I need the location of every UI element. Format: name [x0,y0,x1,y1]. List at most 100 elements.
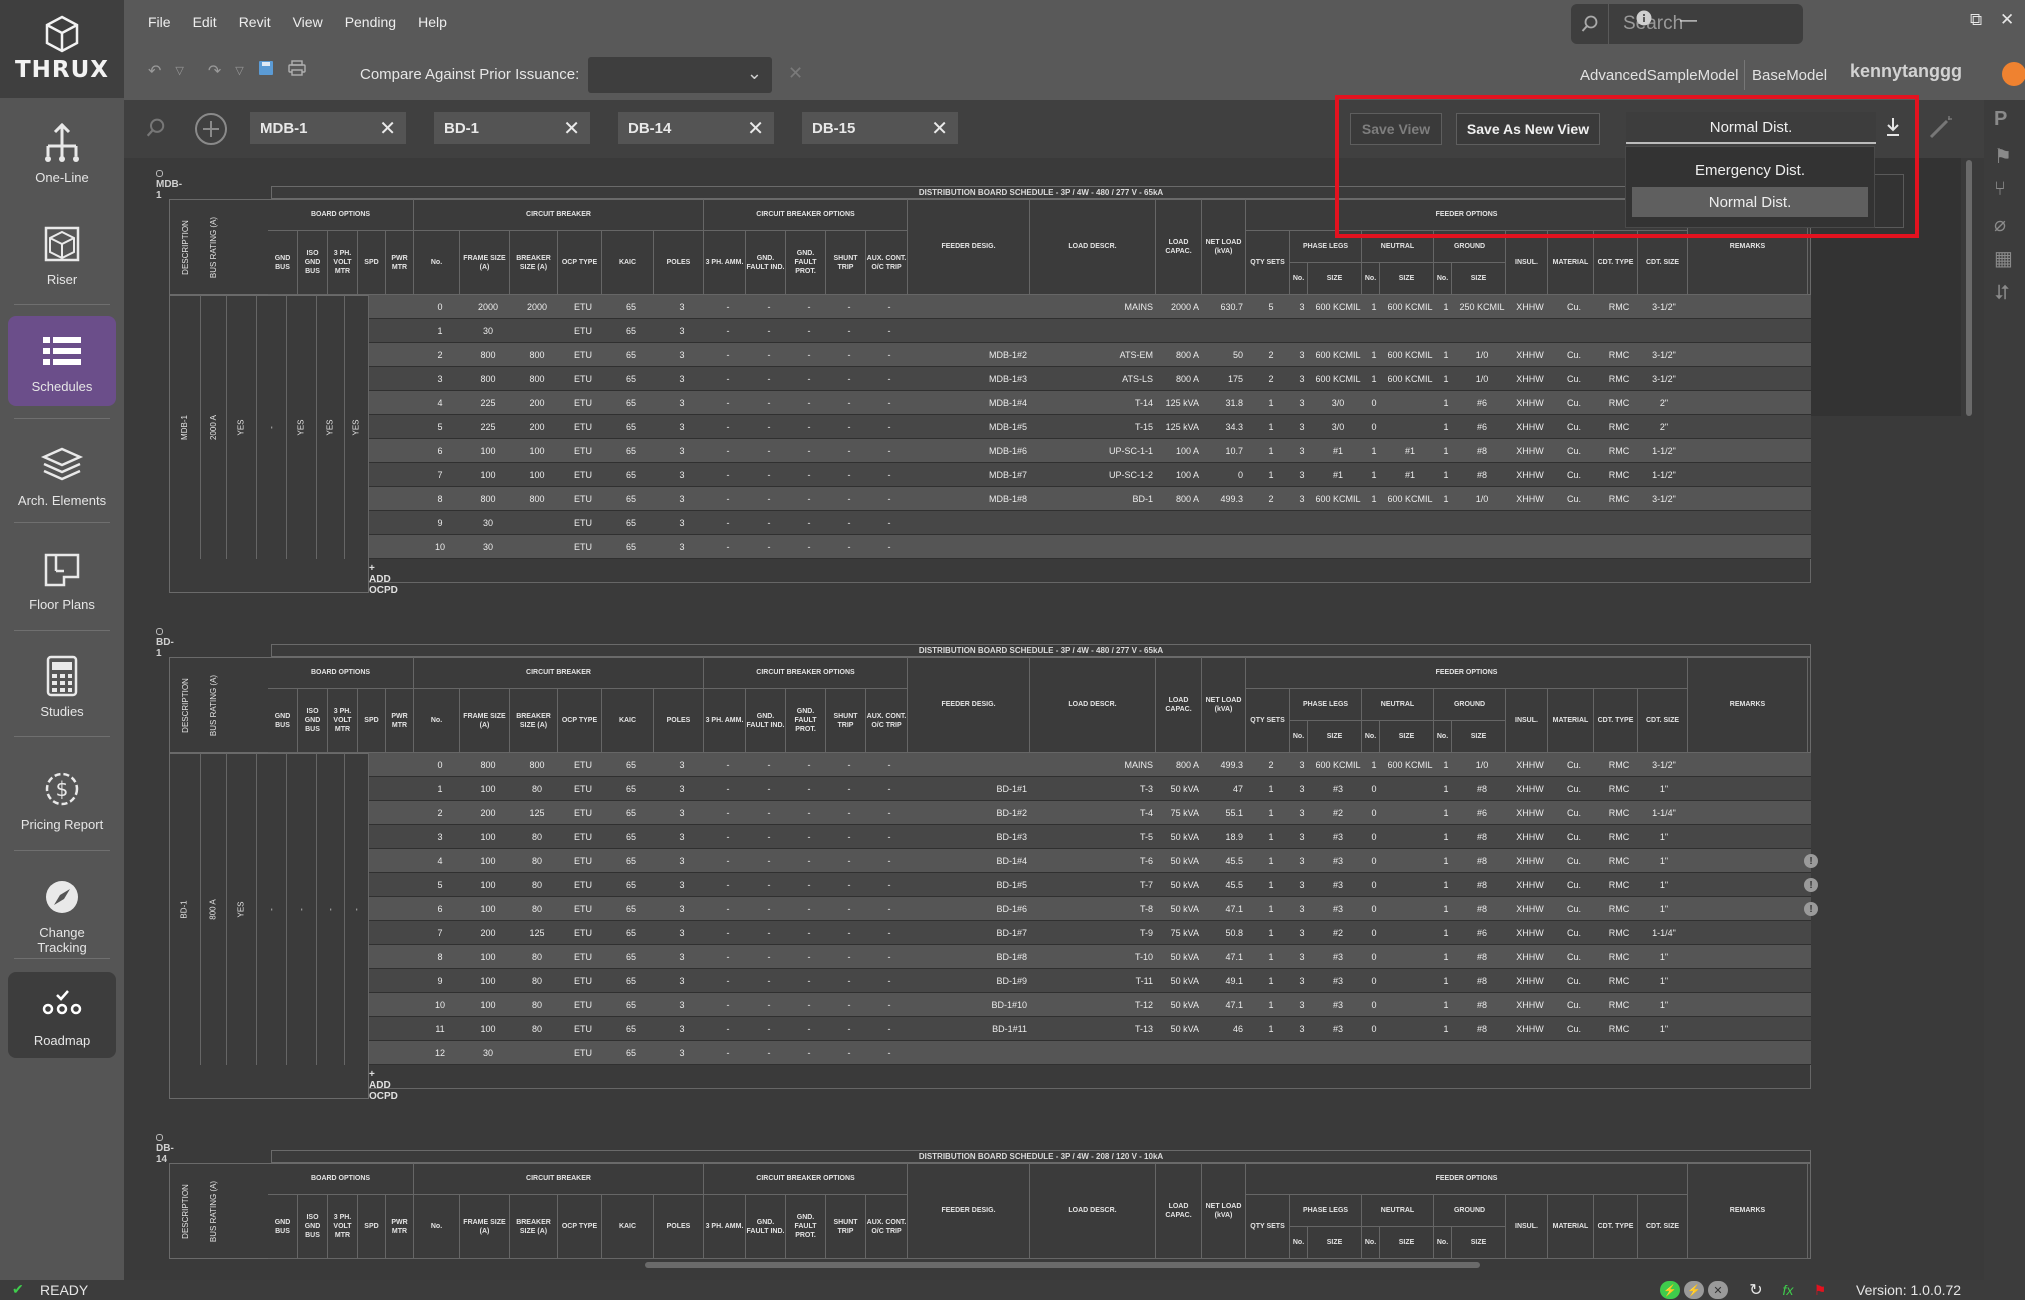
table-cell[interactable]: 1 [1437,921,1455,945]
header-circuit-breaker[interactable]: CIRCUIT BREAKER [414,1163,704,1195]
header-gnd-bus[interactable]: GND BUS [268,689,298,753]
header-f-size[interactable]: SIZE [1452,721,1506,753]
table-cell[interactable]: 1 [1365,295,1383,319]
table-cell[interactable]: 1 [1249,849,1293,873]
table-cell[interactable]: - [829,945,869,969]
table-cell[interactable]: ETU [561,367,605,391]
table-cell[interactable]: 1 [1437,415,1455,439]
table-cell[interactable]: UP-SC-1-2 [1033,463,1159,487]
table-cell[interactable]: 10 [417,993,463,1017]
table-cell[interactable]: 1 [1437,897,1455,921]
table-row[interactable]: 3 100 80 ETU 65 3- - - - - BD-1#3 T-5 50 kVA 18.9 1 3 #3… [369,825,1811,849]
table-cell[interactable]: 250 KCMIL [1455,295,1509,319]
table-cell[interactable]: MDB-1#8 [911,487,1033,511]
table-cell[interactable]: RMC [1597,801,1641,825]
table-cell[interactable]: 1 [417,777,463,801]
header-board-options[interactable]: BOARD OPTIONS [268,657,414,689]
table-cell[interactable]: RMC [1597,921,1641,945]
table-cell[interactable] [1205,511,1249,535]
table-cell[interactable]: 1 [1365,343,1383,367]
table-cell[interactable]: 65 [605,511,657,535]
table-cell[interactable]: - [707,1017,749,1041]
table-cell[interactable]: 1 [1437,993,1455,1017]
table-cell[interactable]: 3 [657,921,707,945]
table-cell[interactable]: - [829,367,869,391]
table-cell[interactable]: 65 [605,825,657,849]
header-net-load[interactable]: NET LOAD (kVA) [1202,657,1246,753]
table-cell[interactable]: 0 [1365,391,1383,415]
table-cell[interactable]: - [829,463,869,487]
header-f-no[interactable]: No. [1290,721,1308,753]
table-cell[interactable]: T-10 [1033,945,1159,969]
table-cell[interactable] [1641,535,1687,559]
table-cell[interactable]: - [869,945,909,969]
table-cell[interactable]: #8 [1455,993,1509,1017]
table-cell[interactable]: 3 [1293,415,1311,439]
table-cell[interactable]: XHHW [1509,897,1551,921]
table-cell[interactable] [911,535,1033,559]
table-row[interactable]: 8 100 80 ETU 65 3- - - - - BD-1#8 T-10 50 kVA 47.1 1 3 #… [369,945,1811,969]
info-icon[interactable] [1636,10,1652,31]
table-cell[interactable]: - [749,463,789,487]
table-cell[interactable]: 1 [1249,969,1293,993]
table-cell[interactable]: 3 [1293,873,1311,897]
table-cell[interactable]: - [707,367,749,391]
table-cell[interactable]: MDB-1#6 [911,439,1033,463]
table-cell[interactable]: ETU [561,753,605,777]
table-cell[interactable]: 50 kVA [1159,993,1205,1017]
table-cell[interactable]: MDB-1#7 [911,463,1033,487]
table-cell[interactable]: XHHW [1509,945,1551,969]
table-cell[interactable]: 600 KCMIL [1311,343,1365,367]
table-cell[interactable]: 3 [657,873,707,897]
table-cell[interactable]: ETU [561,849,605,873]
table-cell[interactable] [1597,535,1641,559]
table-cell[interactable]: 100 [463,993,513,1017]
table-cell[interactable]: - [749,993,789,1017]
table-cell[interactable] [1551,319,1597,343]
table-cell[interactable]: 1 [1249,391,1293,415]
table-cell[interactable]: 50 kVA [1159,897,1205,921]
table-cell[interactable]: 1" [1641,969,1687,993]
table-cell[interactable]: XHHW [1509,777,1551,801]
table-cell[interactable]: XHHW [1509,849,1551,873]
table-cell[interactable]: - [869,921,909,945]
header-poles[interactable]: POLES [654,1195,704,1259]
table-cell[interactable] [1293,511,1311,535]
tab-db-14[interactable]: DB-14 ✕ [618,112,774,144]
table-cell[interactable]: #8 [1455,777,1509,801]
table-cell[interactable]: ETU [561,319,605,343]
table-cell[interactable]: - [789,367,829,391]
header-pwr-mtr[interactable]: PWR MTR [386,1195,414,1259]
table-cell[interactable]: 600 KCMIL [1383,753,1437,777]
table-cell[interactable]: - [789,439,829,463]
table-cell[interactable]: 1/0 [1455,343,1509,367]
table-cell[interactable]: 3 [657,343,707,367]
warning-icon[interactable]: ! [1804,854,1818,868]
header-shunt[interactable]: SHUNT TRIP [826,689,866,753]
table-cell[interactable]: - [829,873,869,897]
table-cell[interactable]: XHHW [1509,415,1551,439]
table-cell[interactable]: 600 KCMIL [1383,295,1437,319]
table-cell[interactable] [1249,511,1293,535]
board-bus-rating[interactable]: 800 A [201,753,227,1065]
redo-dropdown-icon[interactable]: ▽ [235,64,243,77]
table-cell[interactable]: 3 [657,1017,707,1041]
table-cell[interactable]: 1 [1437,801,1455,825]
header-board-options[interactable]: BOARD OPTIONS [268,1163,414,1195]
table-cell[interactable]: Cu. [1551,391,1597,415]
compare-select[interactable]: ⌄ [588,57,772,93]
table-cell[interactable]: 0 [1365,801,1383,825]
table-cell[interactable]: 125 [513,921,561,945]
table-cell[interactable]: 125 [513,801,561,825]
header-f-size[interactable]: SIZE [1308,263,1362,295]
header-f-no[interactable]: No. [1362,721,1380,753]
table-cell[interactable]: 800 A [1159,487,1205,511]
header-cb-options[interactable]: CIRCUIT BREAKER OPTIONS [704,199,908,231]
table-cell[interactable]: 1" [1641,825,1687,849]
table-cell[interactable]: 47.1 [1205,897,1249,921]
close-tab-icon[interactable]: ✕ [747,116,764,141]
table-cell[interactable] [911,753,1033,777]
table-cell[interactable] [1509,319,1551,343]
table-cell[interactable]: #3 [1311,969,1365,993]
table-cell[interactable]: ETU [561,993,605,1017]
